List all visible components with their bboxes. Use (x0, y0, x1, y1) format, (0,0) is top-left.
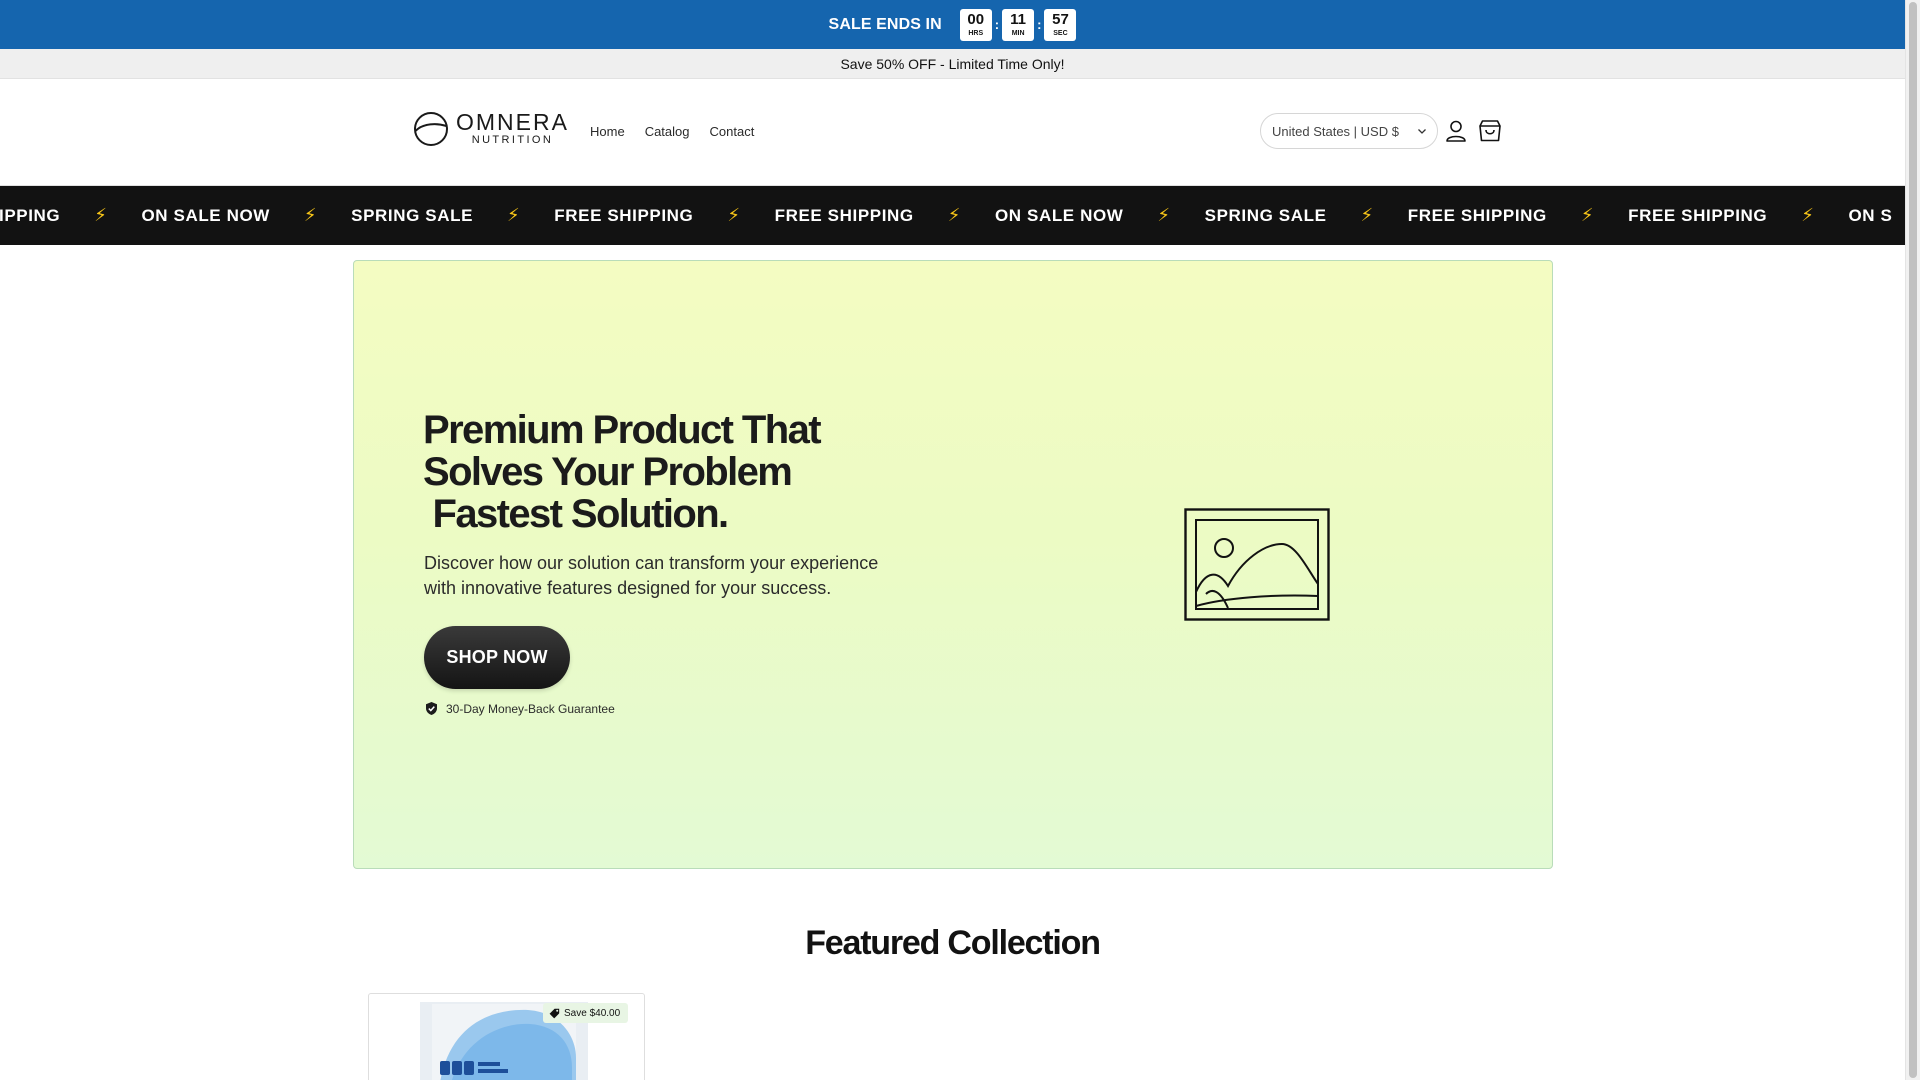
lightning-icon: ⚡ (1157, 205, 1171, 225)
marquee-item: FREE SHIPPING (1628, 205, 1768, 225)
countdown-minutes: 11 MIN (1002, 8, 1035, 41)
hero-title-line: Premium Product That (423, 408, 822, 452)
announcement-bar: Save 50% OFF - Limited Time Only! (0, 49, 1905, 79)
page: SALE ENDS IN 00 HRS : 11 MIN : 57 SEC Sa… (0, 0, 1905, 1080)
main-nav: Home Catalog Contact (590, 124, 754, 139)
nav-catalog[interactable]: Catalog (645, 124, 690, 139)
lightning-icon: ⚡ (1360, 205, 1374, 225)
lightning-icon: ⚡ (507, 205, 521, 225)
countdown-seconds-value: 57 (1052, 10, 1069, 28)
site-header: OMNERA NUTRITION Home Catalog Contact Un… (0, 79, 1905, 186)
marquee-item: SPRING SALE (351, 205, 474, 225)
currency-label: United States | USD $ (1272, 123, 1399, 139)
countdown-minutes-unit: MIN (1011, 29, 1025, 37)
lightning-icon: ⚡ (303, 205, 318, 225)
page-scrollbar[interactable] (1905, 0, 1920, 1080)
marquee-item: ON S (1848, 205, 1893, 225)
shield-check-icon (426, 702, 437, 715)
lightning-icon: ⚡ (1580, 205, 1595, 225)
marquee-item: FREE SHIPPING (554, 205, 694, 225)
logo-word: OMNERA (456, 109, 569, 135)
marquee-item: FREE SHIPPING (1407, 205, 1547, 225)
lightning-icon: ⚡ (947, 205, 961, 225)
countdown-hours: 00 HRS (959, 8, 992, 41)
marquee-item: ON SALE NOW (994, 205, 1124, 225)
logo-text: OMNERA NUTRITION (456, 111, 569, 147)
product-card[interactable]: Save $40.00 (368, 993, 645, 1080)
countdown-seconds: 57 SEC (1044, 8, 1077, 41)
countdown-hours-unit: HRS (968, 29, 984, 37)
countdown-seconds-unit: SEC (1053, 29, 1068, 37)
countdown-minutes-value: 11 (1010, 10, 1027, 28)
marquee-item: SPRING SALE (1204, 205, 1327, 225)
guarantee-text: 30-Day Money-Back Guarantee (446, 701, 615, 716)
countdown-label: SALE ENDS IN (828, 15, 942, 33)
countdown-hours-value: 00 (967, 10, 985, 28)
discount-badge-text: Save $40.00 (564, 1007, 621, 1019)
countdown-separator: : (1037, 17, 1042, 32)
lightning-icon: ⚡ (727, 205, 741, 225)
hero-title-line: Solves Your Problem (423, 450, 793, 494)
nav-home[interactable]: Home (590, 124, 625, 139)
currency-selector[interactable]: United States | USD $ (1260, 113, 1438, 149)
logo-mark-icon (414, 112, 448, 146)
shop-now-button[interactable]: SHOP NOW (424, 626, 570, 689)
marquee-item: FREE SHIPPING (774, 205, 914, 225)
hero-title: Premium Product That Solves Your Problem… (423, 409, 893, 535)
section-title: Featured Collection (805, 924, 1101, 962)
image-placeholder-icon (1184, 508, 1330, 621)
guarantee-note: 30-Day Money-Back Guarantee (424, 701, 615, 716)
marquee-item: IPPING (0, 205, 61, 225)
logo[interactable]: OMNERA NUTRITION (413, 111, 569, 147)
cart-icon[interactable] (1477, 118, 1503, 144)
nav-contact[interactable]: Contact (710, 124, 755, 139)
logo-subtitle: NUTRITION (471, 134, 554, 146)
lightning-icon: ⚡ (1801, 205, 1815, 225)
hero-section: Premium Product That Solves Your Problem… (0, 245, 1905, 888)
announcement-text: Save 50% OFF - Limited Time Only! (840, 55, 1065, 72)
lightning-icon: ⚡ (94, 205, 108, 225)
countdown-bar: SALE ENDS IN 00 HRS : 11 MIN : 57 SEC (0, 0, 1905, 49)
chevron-down-icon (1418, 129, 1426, 134)
marquee-track: IPPING ⚡ ON SALE NOW ⚡ SPRING SALE ⚡ FRE… (0, 186, 1892, 245)
countdown-separator: : (994, 17, 1000, 32)
scrollbar-thumb[interactable] (1909, 2, 1917, 1078)
discount-badge: Save $40.00 (543, 1003, 629, 1023)
tag-icon (549, 1008, 560, 1018)
promo-marquee: IPPING ⚡ ON SALE NOW ⚡ SPRING SALE ⚡ FRE… (0, 186, 1905, 245)
hero-description: Discover how our solution can transform … (424, 553, 879, 598)
account-icon[interactable] (1443, 118, 1469, 144)
hero-banner: Premium Product That Solves Your Problem… (353, 260, 1553, 869)
hero-title-line: Fastest Solution. (423, 492, 730, 536)
marquee-item: ON SALE NOW (141, 205, 270, 225)
